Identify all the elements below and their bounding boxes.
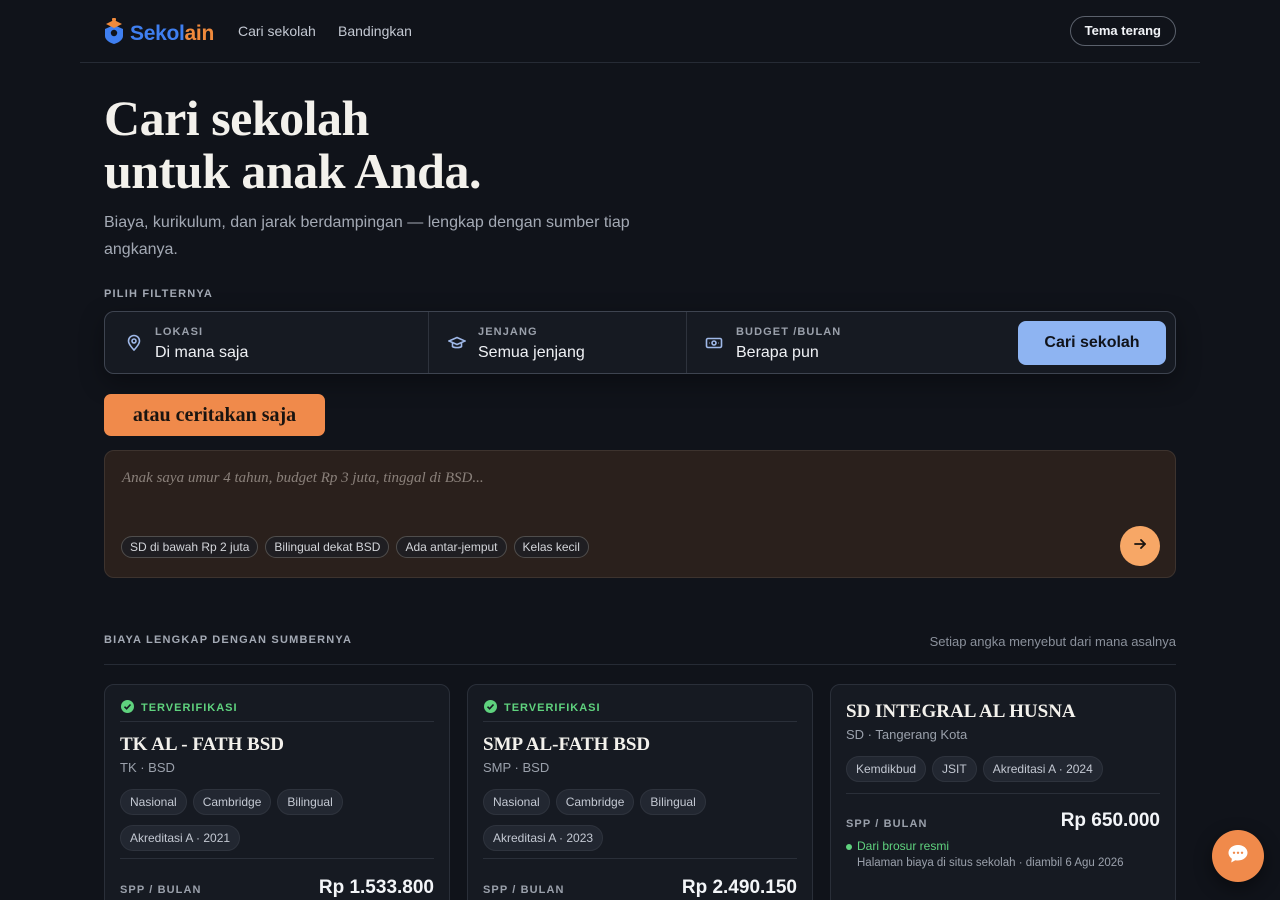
tag: Akreditasi A · 2023	[483, 825, 604, 851]
search-button[interactable]: Cari sekolah	[1018, 321, 1166, 365]
section-note: Setiap angka menyebut dari mana asalnya	[929, 634, 1176, 649]
verified-badge: TERVERIFIKASI	[121, 700, 238, 716]
tag: Nasional	[120, 789, 187, 815]
tell-us-box[interactable]: Anak saya umur 4 tahun, budget Rp 3 juta…	[104, 450, 1176, 578]
top-header: Sekolain Cari sekolah Bandingkan Tema te…	[80, 0, 1200, 63]
level-label: JENJANG	[478, 326, 538, 338]
tell-us-input[interactable]: Anak saya umur 4 tahun, budget Rp 3 juta…	[122, 470, 484, 487]
suggestion-chips: SD di bawah Rp 2 juta Bilingual dekat BS…	[121, 536, 589, 558]
level-filter[interactable]: JENJANG Semua jenjang	[429, 312, 686, 373]
price-source: Dari brosur resmi	[846, 839, 949, 853]
school-card[interactable]: TERVERIFIKASI SMP AL-FATH BSD SMP · BSD …	[467, 684, 813, 900]
verified-label: TERVERIFIKASI	[504, 702, 601, 714]
tag: Bilingual	[277, 789, 343, 815]
spp-price: Rp 2.490.150	[681, 877, 797, 898]
school-name[interactable]: SD INTEGRAL AL HUSNA	[846, 701, 1076, 723]
school-name[interactable]: TK AL - FATH BSD	[120, 734, 284, 756]
school-name[interactable]: SMP AL-FATH BSD	[483, 734, 650, 756]
location-value: Di mana saja	[155, 344, 249, 361]
tag-list: Nasional Cambridge Bilingual Akreditasi …	[120, 789, 436, 851]
send-button[interactable]	[1120, 526, 1160, 566]
divider	[483, 858, 797, 859]
suggestion-chip[interactable]: Ada antar-jemput	[396, 536, 507, 558]
price-source-note: Halaman biaya di situs sekolah · diambil…	[857, 857, 1124, 869]
school-meta: TK · BSD	[120, 760, 175, 775]
location-label: LOKASI	[155, 326, 204, 338]
school-card[interactable]: SD INTEGRAL AL HUSNA SD · Tangerang Kota…	[830, 684, 1176, 900]
budget-label: BUDGET /BULAN	[736, 326, 842, 338]
school-meta: SD · Tangerang Kota	[846, 727, 968, 742]
divider	[120, 858, 434, 859]
spp-label: SPP / BULAN	[120, 884, 202, 896]
page-subtitle: Biaya, kurikulum, dan jarak berdampingan…	[104, 214, 630, 258]
suggestion-chip[interactable]: Bilingual dekat BSD	[265, 536, 390, 558]
tell-us-label: atau ceritakan saja	[104, 394, 325, 436]
tag: Nasional	[483, 789, 550, 815]
page-title-line1: Cari sekolah	[104, 90, 369, 146]
section-header: BIAYA LENGKAP DENGAN SUMBERNYA Setiap an…	[104, 634, 1176, 665]
page-title: Cari sekolah untuk anak Anda.	[104, 92, 804, 198]
nav-bandingkan[interactable]: Bandingkan	[338, 23, 412, 39]
graduation-cap-icon	[447, 334, 467, 352]
tag-list: Kemdikbud JSIT Akreditasi A · 2024	[846, 756, 1162, 782]
page-title-line2: untuk anak Anda.	[104, 143, 481, 199]
budget-value: Berapa pun	[736, 344, 819, 361]
section-title: BIAYA LENGKAP DENGAN SUMBERNYA	[104, 634, 353, 646]
tag: JSIT	[932, 756, 977, 782]
arrow-right-icon	[1133, 537, 1147, 556]
verified-label: TERVERIFIKASI	[141, 702, 238, 714]
logo[interactable]: Sekolain	[104, 18, 214, 49]
logo-wordmark: Sekolain	[130, 22, 214, 46]
chat-button[interactable]	[1212, 830, 1264, 882]
filter-heading: PILIH FILTERNYA	[104, 288, 214, 300]
logo-wordmark-part2: ain	[184, 21, 215, 45]
school-card[interactable]: TERVERIFIKASI TK AL - FATH BSD TK · BSD …	[104, 684, 450, 900]
filter-bar: LOKASI Di mana saja JENJANG Semua jenjan…	[104, 311, 1176, 374]
spp-label: SPP / BULAN	[483, 884, 565, 896]
tag: Bilingual	[640, 789, 706, 815]
price-source-label: Dari brosur resmi	[857, 839, 950, 853]
check-circle-icon	[484, 700, 497, 716]
verified-badge: TERVERIFIKASI	[484, 700, 601, 716]
divider	[120, 721, 434, 722]
school-meta: SMP · BSD	[483, 760, 550, 775]
chat-bubble-icon	[1227, 844, 1249, 869]
location-pin-icon	[125, 334, 143, 352]
logo-wordmark-part1: Sekol	[130, 21, 185, 45]
tag: Cambridge	[192, 789, 272, 815]
tag: Kemdikbud	[846, 756, 927, 782]
tag: Akreditasi A · 2021	[120, 825, 241, 851]
logo-icon	[104, 18, 124, 49]
check-circle-icon	[121, 700, 134, 716]
divider	[846, 793, 1160, 794]
level-value: Semua jenjang	[478, 344, 585, 361]
spp-price: Rp 1.533.800	[318, 877, 434, 898]
tag: Cambridge	[555, 789, 635, 815]
spp-price: Rp 650.000	[1060, 810, 1160, 831]
location-filter[interactable]: LOKASI Di mana saja	[105, 312, 428, 373]
suggestion-chip[interactable]: Kelas kecil	[513, 536, 589, 558]
divider	[483, 721, 797, 722]
tag-list: Nasional Cambridge Bilingual Akreditasi …	[483, 789, 799, 851]
budget-filter[interactable]: BUDGET /BULAN Berapa pun	[687, 312, 1007, 373]
theme-toggle-button[interactable]: Tema terang	[1069, 16, 1176, 46]
dot-icon	[846, 839, 852, 853]
tag: Akreditasi A · 2024	[982, 756, 1103, 782]
spp-label: SPP / BULAN	[846, 818, 928, 830]
suggestion-chip[interactable]: SD di bawah Rp 2 juta	[121, 536, 259, 558]
nav-cari-sekolah[interactable]: Cari sekolah	[238, 23, 316, 39]
money-icon	[705, 334, 723, 352]
